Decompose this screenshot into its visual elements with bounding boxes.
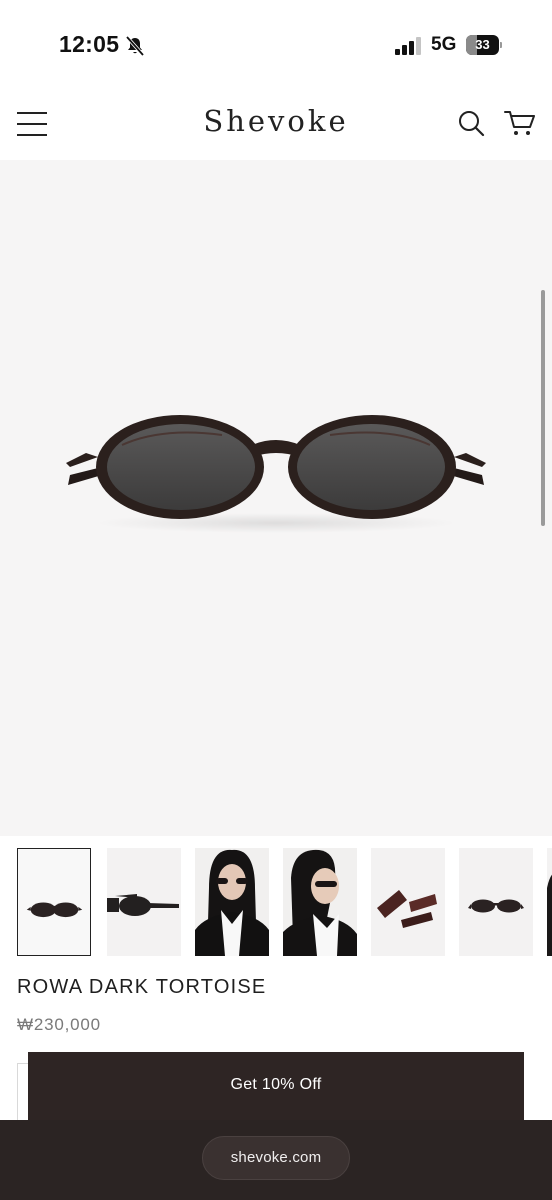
model-thumbnail-icon — [547, 874, 552, 956]
signal-icon — [395, 37, 421, 55]
thumbnail-2[interactable] — [107, 848, 181, 956]
battery-level: 33 — [475, 37, 490, 52]
bell-muted-icon — [125, 35, 145, 57]
sunglasses-side-thumbnail-icon — [107, 894, 179, 916]
thumbnail-3[interactable] — [195, 848, 269, 956]
promo-label: Get 10% Off — [230, 1076, 322, 1093]
search-icon[interactable] — [457, 109, 485, 137]
network-label: 5G — [431, 34, 457, 55]
browser-bottom-bar: shevoke.com — [0, 1120, 552, 1200]
model-side-thumbnail-icon — [283, 848, 357, 956]
thumbnail-1[interactable] — [17, 848, 91, 956]
site-header: Shevoke — [0, 90, 552, 160]
sunglasses-top-thumbnail-icon — [468, 899, 524, 913]
sunglasses-image — [66, 415, 486, 533]
sunglasses-thumbnail-icon — [26, 902, 83, 918]
status-bar: 12:05 5G 33 — [0, 0, 552, 90]
product-name: ROWA DARK TORTOISE — [17, 976, 267, 998]
product-hero-image[interactable] — [0, 160, 552, 836]
thumbnail-4[interactable] — [283, 848, 357, 956]
battery-icon: 33 — [466, 35, 502, 55]
thumbnail-5[interactable] — [371, 848, 445, 956]
thumbnail-6[interactable] — [459, 848, 533, 956]
thumbnail-strip[interactable] — [0, 846, 552, 958]
status-time: 12:05 — [59, 31, 120, 57]
cart-icon[interactable] — [504, 109, 536, 137]
thumbnail-7[interactable] — [547, 848, 552, 956]
promo-bar[interactable]: Get 10% Off — [28, 1052, 524, 1120]
scrollbar[interactable] — [541, 290, 545, 526]
address-bar[interactable]: shevoke.com — [202, 1136, 350, 1180]
menu-icon[interactable] — [17, 112, 47, 136]
product-price: ₩230,000 — [17, 1015, 101, 1034]
case-packaging-thumbnail-icon — [377, 890, 437, 928]
model-front-thumbnail-icon — [195, 848, 269, 956]
